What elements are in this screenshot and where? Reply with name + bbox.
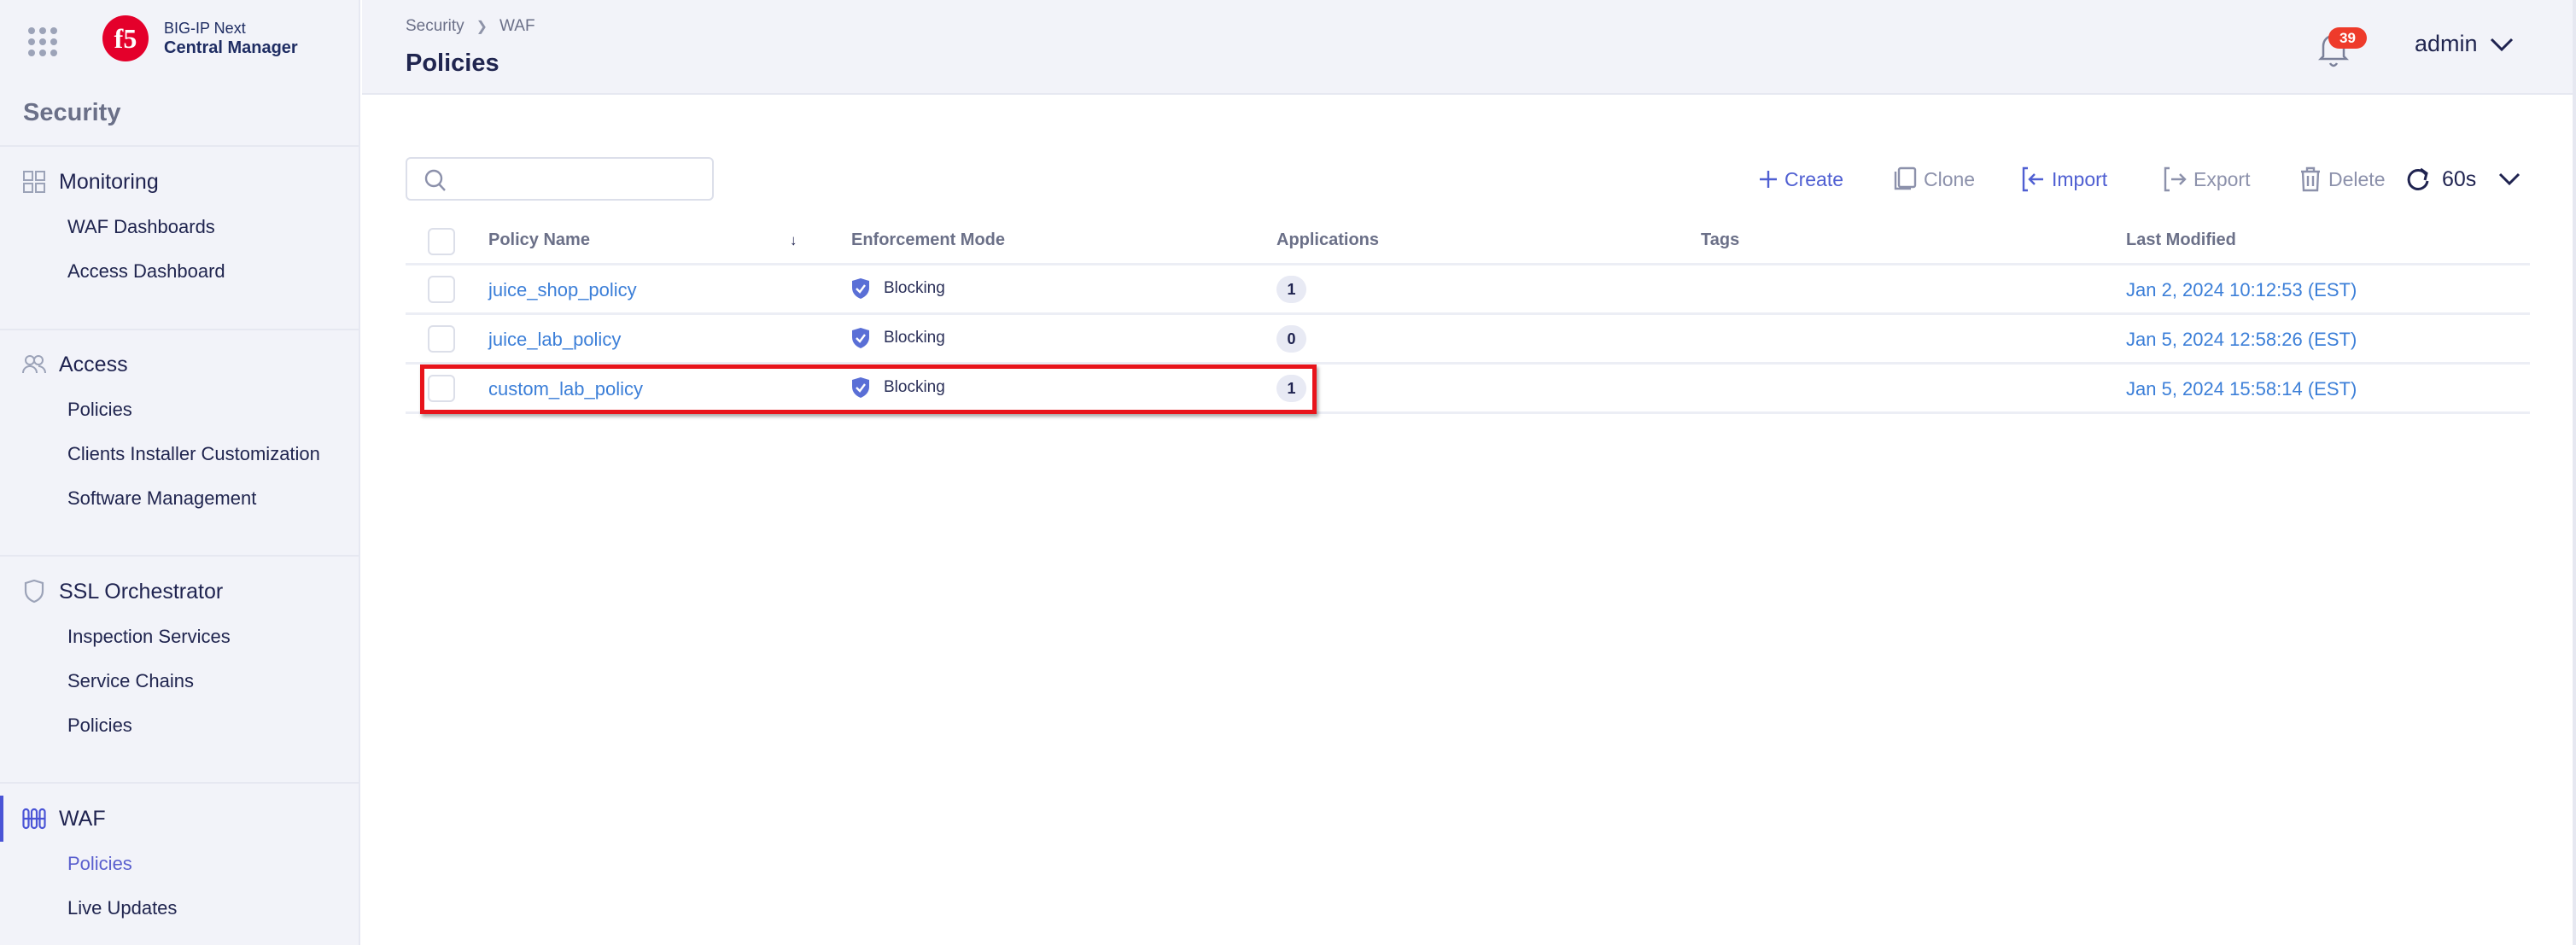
enforcement-mode: Blocking bbox=[851, 277, 945, 300]
sidebar-section-label: Access bbox=[59, 352, 128, 376]
page-title: Policies bbox=[406, 50, 499, 77]
last-modified-link[interactable]: Jan 2, 2024 10:12:53 (EST) bbox=[2126, 279, 2357, 301]
table-row[interactable]: custom_lab_policy Blocking 1 Jan 5, 2024… bbox=[406, 365, 2530, 414]
sort-descending-icon[interactable]: ↓ bbox=[790, 232, 797, 249]
delete-label: Delete bbox=[2328, 167, 2386, 190]
product-name: BIG-IP Next Central Manager bbox=[164, 19, 298, 58]
policies-table: Policy Name ↓ Enforcement Mode Applicati… bbox=[406, 213, 2530, 414]
chevron-down-icon bbox=[2499, 172, 2521, 186]
applications-count: 1 bbox=[1276, 276, 1306, 303]
username: admin bbox=[2415, 31, 2478, 56]
sidebar-item-ssl-orchestrator[interactable]: SSL Orchestrator bbox=[0, 569, 359, 615]
toolbar: Create Clone Import Export Delete 60s bbox=[0, 162, 2576, 196]
last-modified-link[interactable]: Jan 5, 2024 12:58:26 (EST) bbox=[2126, 329, 2357, 351]
select-all-checkbox[interactable] bbox=[428, 228, 455, 255]
chevron-right-icon: ❯ bbox=[476, 20, 488, 34]
enforcement-mode-label: Blocking bbox=[884, 279, 945, 297]
page-header: Security ❯ WAF Policies 39 admin bbox=[362, 0, 2574, 95]
sidebar-item-waf-dashboards[interactable]: WAF Dashboards bbox=[0, 205, 359, 249]
sidebar-item-access-dashboard[interactable]: Access Dashboard bbox=[0, 249, 359, 294]
sidebar-item-clients-installer-customization[interactable]: Clients Installer Customization bbox=[0, 432, 359, 476]
refresh-interval-value: 60s bbox=[2442, 166, 2477, 191]
column-header-applications[interactable]: Applications bbox=[1276, 230, 1379, 250]
applications-count: 0 bbox=[1276, 325, 1306, 353]
sidebar-section-waf: WAF Policies Live Updates bbox=[0, 796, 359, 930]
sidebar-section-label: SSL Orchestrator bbox=[59, 579, 224, 604]
users-icon bbox=[22, 353, 46, 376]
svg-text:f5: f5 bbox=[114, 23, 137, 54]
clone-icon bbox=[1894, 166, 1917, 190]
shield-icon bbox=[22, 580, 46, 604]
divider bbox=[0, 555, 359, 557]
create-label: Create bbox=[1785, 167, 1844, 190]
enforcement-mode-label: Blocking bbox=[884, 378, 945, 396]
table-row[interactable]: juice_lab_policy Blocking 0 Jan 5, 2024 … bbox=[406, 315, 2530, 365]
import-label: Import bbox=[2052, 167, 2108, 190]
breadcrumb: Security ❯ WAF bbox=[406, 17, 535, 36]
sidebar-item-live-updates[interactable]: Live Updates bbox=[0, 886, 359, 930]
column-header-enforcement-mode[interactable]: Enforcement Mode bbox=[851, 230, 1005, 250]
clone-label: Clone bbox=[1924, 167, 1976, 190]
row-checkbox[interactable] bbox=[428, 276, 455, 303]
export-icon bbox=[2164, 166, 2187, 192]
divider bbox=[0, 782, 359, 784]
create-button[interactable]: Create bbox=[1759, 162, 1843, 196]
app-launcher-icon[interactable] bbox=[28, 27, 57, 56]
row-checkbox[interactable] bbox=[428, 375, 455, 402]
refresh-icon bbox=[2407, 167, 2429, 190]
table-row[interactable]: juice_shop_policy Blocking 1 Jan 2, 2024… bbox=[406, 265, 2530, 315]
import-button[interactable]: Import bbox=[2021, 162, 2107, 196]
breadcrumb-security[interactable]: Security bbox=[406, 17, 464, 36]
sidebar-section-ssl-orchestrator: SSL Orchestrator Inspection Services Ser… bbox=[0, 569, 359, 748]
shield-check-icon bbox=[852, 328, 869, 348]
sidebar-item-access-policies[interactable]: Policies bbox=[0, 388, 359, 432]
sidebar: f5 BIG-IP Next Central Manager Security … bbox=[0, 0, 360, 945]
sidebar-item-waf[interactable]: WAF bbox=[0, 796, 359, 842]
sidebar-item-access[interactable]: Access bbox=[0, 341, 359, 388]
sidebar-item-inspection-services[interactable]: Inspection Services bbox=[0, 615, 359, 659]
export-label: Export bbox=[2193, 167, 2251, 190]
breadcrumb-waf[interactable]: WAF bbox=[499, 17, 535, 36]
last-modified-link[interactable]: Jan 5, 2024 15:58:14 (EST) bbox=[2126, 378, 2357, 400]
f5-logo: f5 bbox=[102, 15, 149, 61]
column-header-tags[interactable]: Tags bbox=[1701, 230, 1739, 250]
applications-count: 1 bbox=[1276, 375, 1306, 402]
plus-icon bbox=[1760, 171, 1777, 188]
divider bbox=[0, 145, 359, 147]
shield-check-icon bbox=[852, 278, 869, 299]
chevron-down-icon bbox=[2490, 38, 2513, 51]
refresh-interval-dropdown[interactable]: 60s bbox=[2406, 162, 2521, 196]
sidebar-item-service-chains[interactable]: Service Chains bbox=[0, 659, 359, 703]
sidebar-item-software-management[interactable]: Software Management bbox=[0, 476, 359, 521]
sidebar-section-label: WAF bbox=[59, 806, 106, 831]
import-icon bbox=[2022, 166, 2043, 192]
sidebar-title: Security bbox=[23, 99, 121, 126]
export-button[interactable]: Export bbox=[2163, 162, 2250, 196]
table-header: Policy Name ↓ Enforcement Mode Applicati… bbox=[406, 213, 2530, 265]
shield-check-icon bbox=[852, 377, 869, 398]
column-header-policy-name[interactable]: Policy Name bbox=[488, 230, 590, 250]
delete-button[interactable]: Delete bbox=[2299, 162, 2385, 196]
clone-button[interactable]: Clone bbox=[1893, 162, 1975, 196]
enforcement-mode: Blocking bbox=[851, 327, 945, 349]
enforcement-mode: Blocking bbox=[851, 376, 945, 399]
policy-name-link[interactable]: custom_lab_policy bbox=[488, 378, 643, 400]
user-menu[interactable]: admin bbox=[2415, 31, 2514, 57]
sidebar-item-waf-policies[interactable]: Policies bbox=[0, 842, 359, 886]
active-indicator bbox=[0, 796, 3, 842]
notification-badge[interactable]: 39 bbox=[2328, 27, 2367, 49]
divider bbox=[0, 329, 359, 330]
policy-name-link[interactable]: juice_lab_policy bbox=[488, 329, 621, 351]
column-header-last-modified[interactable]: Last Modified bbox=[2126, 230, 2236, 250]
waf-icon bbox=[22, 807, 46, 831]
sidebar-item-ssl-policies[interactable]: Policies bbox=[0, 703, 359, 748]
sidebar-section-access: Access Policies Clients Installer Custom… bbox=[0, 341, 359, 521]
trash-icon bbox=[2301, 166, 2320, 192]
scrollbar-track[interactable] bbox=[2573, 0, 2576, 945]
row-checkbox[interactable] bbox=[428, 325, 455, 353]
enforcement-mode-label: Blocking bbox=[884, 329, 945, 347]
policy-name-link[interactable]: juice_shop_policy bbox=[488, 279, 637, 301]
product-name-line2: Central Manager bbox=[164, 38, 298, 57]
product-name-line1: BIG-IP Next bbox=[164, 20, 246, 37]
